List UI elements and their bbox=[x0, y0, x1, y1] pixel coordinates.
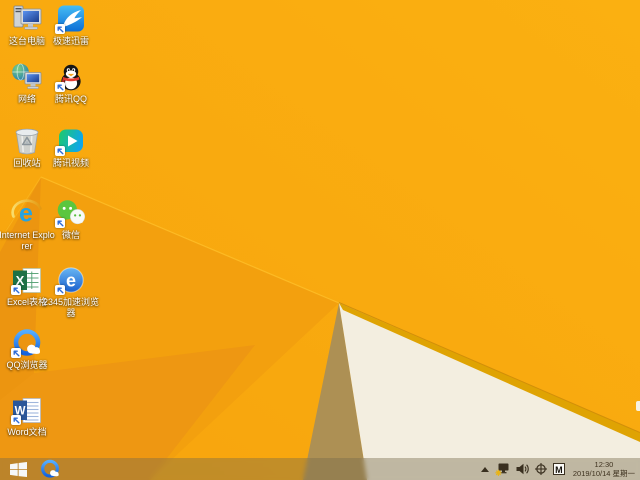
edge-white-mark bbox=[636, 401, 640, 411]
desktop-icon-label: 2345加速浏览器 bbox=[42, 297, 100, 318]
clock-date: 2019/10/14 星期一 bbox=[572, 469, 635, 478]
shortcut-arrow-icon bbox=[55, 285, 65, 295]
desktop-icon-label: 微信 bbox=[61, 230, 80, 240]
svg-text:e: e bbox=[19, 200, 33, 228]
shortcut-arrow-icon bbox=[55, 218, 65, 228]
desktop-icon-label: QQ浏览器 bbox=[6, 360, 48, 370]
system-tray: M 12:30 2019/10/14 星期一 bbox=[480, 458, 637, 480]
desktop-icon-word[interactable]: W Word文档 bbox=[0, 396, 56, 438]
volume-icon[interactable] bbox=[516, 463, 529, 475]
desktop-icon-label: 极速迅雷 bbox=[52, 36, 89, 46]
crosshair-icon[interactable] bbox=[534, 463, 547, 475]
desktop-icon-tencent-qq[interactable]: 腾讯QQ bbox=[42, 63, 100, 105]
windows-logo-icon bbox=[9, 461, 27, 477]
shortcut-arrow-icon bbox=[55, 82, 65, 92]
taskbar: M 12:30 2019/10/14 星期一 bbox=[0, 458, 640, 480]
internet-explorer-icon: e bbox=[11, 199, 42, 228]
shortcut-arrow-icon bbox=[55, 146, 65, 156]
desktop-icon-label: 腾讯视频 bbox=[52, 158, 89, 168]
desktop-icon-xunlei[interactable]: 极速迅雷 bbox=[42, 5, 100, 47]
clock-time: 12:30 bbox=[594, 460, 614, 469]
qq-browser-taskbar-icon bbox=[41, 459, 59, 478]
shortcut-arrow-icon bbox=[55, 24, 65, 34]
svg-text:e: e bbox=[66, 271, 76, 291]
hidden-icons-chevron-icon[interactable] bbox=[480, 466, 489, 472]
shortcut-arrow-icon bbox=[11, 348, 21, 358]
desktop-icon-label: 腾讯QQ bbox=[54, 94, 87, 104]
taskbar-clock[interactable]: 12:30 2019/10/14 星期一 bbox=[571, 460, 637, 478]
shortcut-arrow-icon bbox=[11, 285, 21, 295]
desktop-icon-2345-browser[interactable]: e 2345加速浏览器 bbox=[42, 266, 100, 319]
taskbar-qq-browser-button[interactable] bbox=[36, 458, 64, 480]
input-method-indicator[interactable]: M bbox=[552, 463, 565, 475]
recycle-bin-icon bbox=[15, 128, 39, 155]
shortcut-arrow-icon bbox=[11, 415, 21, 425]
desktop-icon-tencent-video[interactable]: 腾讯视频 bbox=[42, 127, 100, 169]
desktop-icon-qq-browser[interactable]: QQ浏览器 bbox=[0, 329, 56, 371]
desktop-icon-label: Word文档 bbox=[7, 427, 47, 437]
network-warning-icon[interactable] bbox=[495, 463, 510, 476]
start-button[interactable] bbox=[4, 458, 32, 480]
this-pc-icon bbox=[13, 5, 42, 30]
desktop-icon-wechat[interactable]: 微信 bbox=[42, 199, 100, 241]
network-icon bbox=[12, 63, 42, 89]
